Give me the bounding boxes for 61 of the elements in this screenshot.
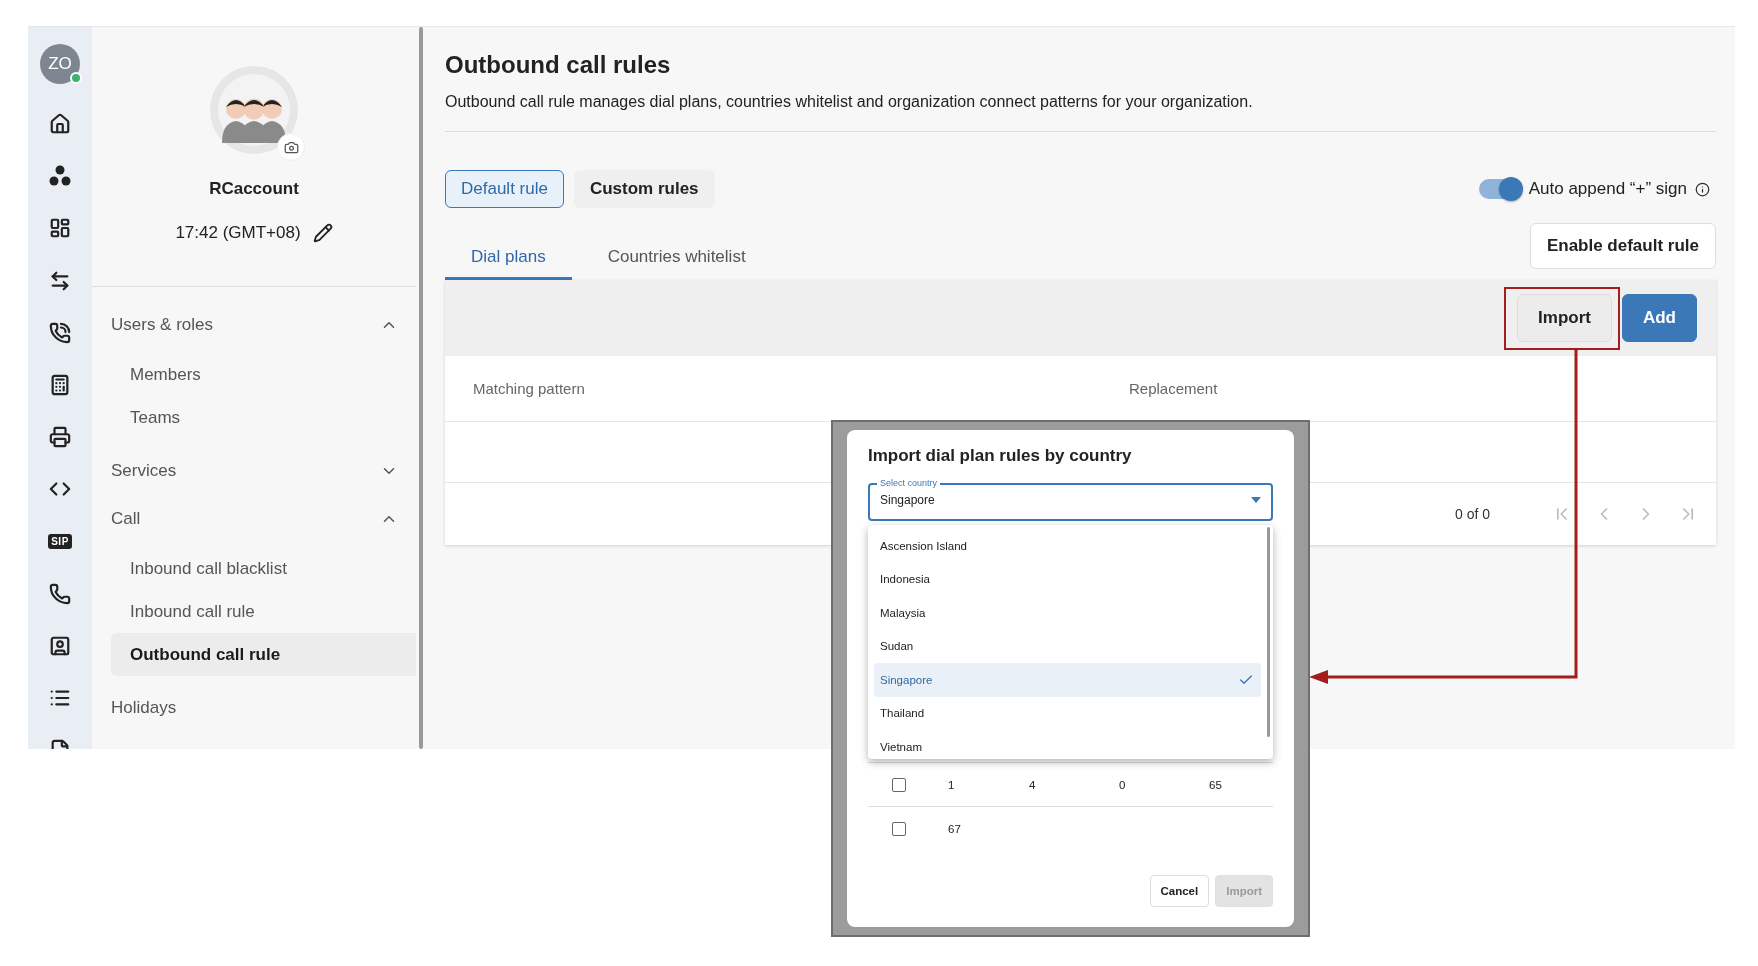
info-icon[interactable] (1695, 181, 1710, 197)
printer-icon[interactable] (49, 426, 71, 449)
account-name: RCaccount (209, 179, 299, 199)
country-option[interactable]: Malaysia (874, 596, 1261, 630)
edit-icon[interactable] (312, 223, 333, 243)
team-avatar-icon (209, 65, 299, 155)
toggle-switch[interactable] (1478, 179, 1521, 199)
dashboard-icon[interactable] (49, 217, 71, 240)
local-time: 17:42 (GMT+08) (175, 223, 301, 243)
nav-section[interactable]: Services (111, 461, 177, 481)
enable-default-rule-button[interactable]: Enable default rule (1529, 223, 1716, 269)
country-option[interactable]: Vietnam (874, 730, 1261, 759)
country-option[interactable]: Thailand (874, 696, 1261, 730)
change-photo-button[interactable] (277, 133, 305, 161)
sip-badge[interactable]: SIP (48, 534, 72, 550)
sub-tab[interactable]: Countries whitelist (581, 222, 772, 280)
nav-item[interactable]: Teams (111, 396, 416, 439)
table-cell-text: 65 (1209, 778, 1223, 791)
cancel-button[interactable]: Cancel (1149, 875, 1210, 907)
scrollbar[interactable] (1267, 527, 1270, 737)
page-title: Outbound call rules (445, 50, 672, 80)
caret-icon (1251, 497, 1261, 503)
checkbox[interactable] (892, 821, 906, 836)
camera-icon (283, 139, 299, 155)
country-option[interactable]: Ascension Island (874, 529, 1261, 563)
table-cell-text: 4 (1029, 778, 1037, 791)
nav-item[interactable]: Inbound call rule (111, 590, 416, 633)
country-option[interactable]: Singapore (874, 663, 1261, 697)
nav-item[interactable]: Members (111, 353, 416, 396)
home-icon[interactable] (49, 113, 71, 136)
nav-section[interactable]: Users & roles (111, 315, 214, 335)
country-select[interactable]: Select country Singapore (868, 478, 1273, 521)
table-cell-text: 0 (1119, 778, 1127, 791)
country-option[interactable]: Sudan (874, 629, 1261, 663)
import-button[interactable]: Import (1517, 294, 1612, 342)
telephone-icon[interactable] (49, 582, 71, 605)
nav-item[interactable]: Inbound call blacklist (111, 547, 416, 590)
scrollbar[interactable] (419, 27, 423, 749)
field-label: Select country (879, 478, 939, 489)
phone-icon[interactable] (49, 321, 71, 344)
toggle-label: Auto append “+” sign (1528, 179, 1687, 199)
contact-icon[interactable] (49, 634, 71, 657)
rule-tab[interactable]: Custom rules (573, 170, 715, 208)
dots-icon[interactable] (49, 165, 71, 188)
column-header: Matching pattern (473, 380, 586, 397)
page-range: 0 of 0 (1454, 506, 1490, 522)
country-option[interactable]: Indonesia (874, 562, 1261, 596)
nav-section[interactable]: Holidays (111, 698, 177, 718)
checkbox[interactable] (892, 777, 906, 792)
table-cell-text: 1 (948, 778, 956, 791)
calculator-icon[interactable] (49, 374, 71, 397)
nav-section[interactable]: Call (111, 509, 141, 529)
add-button[interactable]: Add (1621, 294, 1697, 342)
table-cell-text: 67 (948, 822, 962, 835)
nav-item[interactable]: Outbound call rule (111, 633, 416, 676)
column-header: Replacement (1129, 380, 1219, 397)
user-avatar[interactable]: ZO (40, 44, 80, 84)
page-description: Outbound call rule manages dial plans, countries whitelist and organization connect patterns for your organization. (445, 93, 1716, 132)
dialog-title: Import dial plan rules by country (868, 446, 1133, 466)
arrows-icon[interactable] (49, 269, 71, 292)
rule-tab[interactable]: Default rule (445, 170, 564, 208)
